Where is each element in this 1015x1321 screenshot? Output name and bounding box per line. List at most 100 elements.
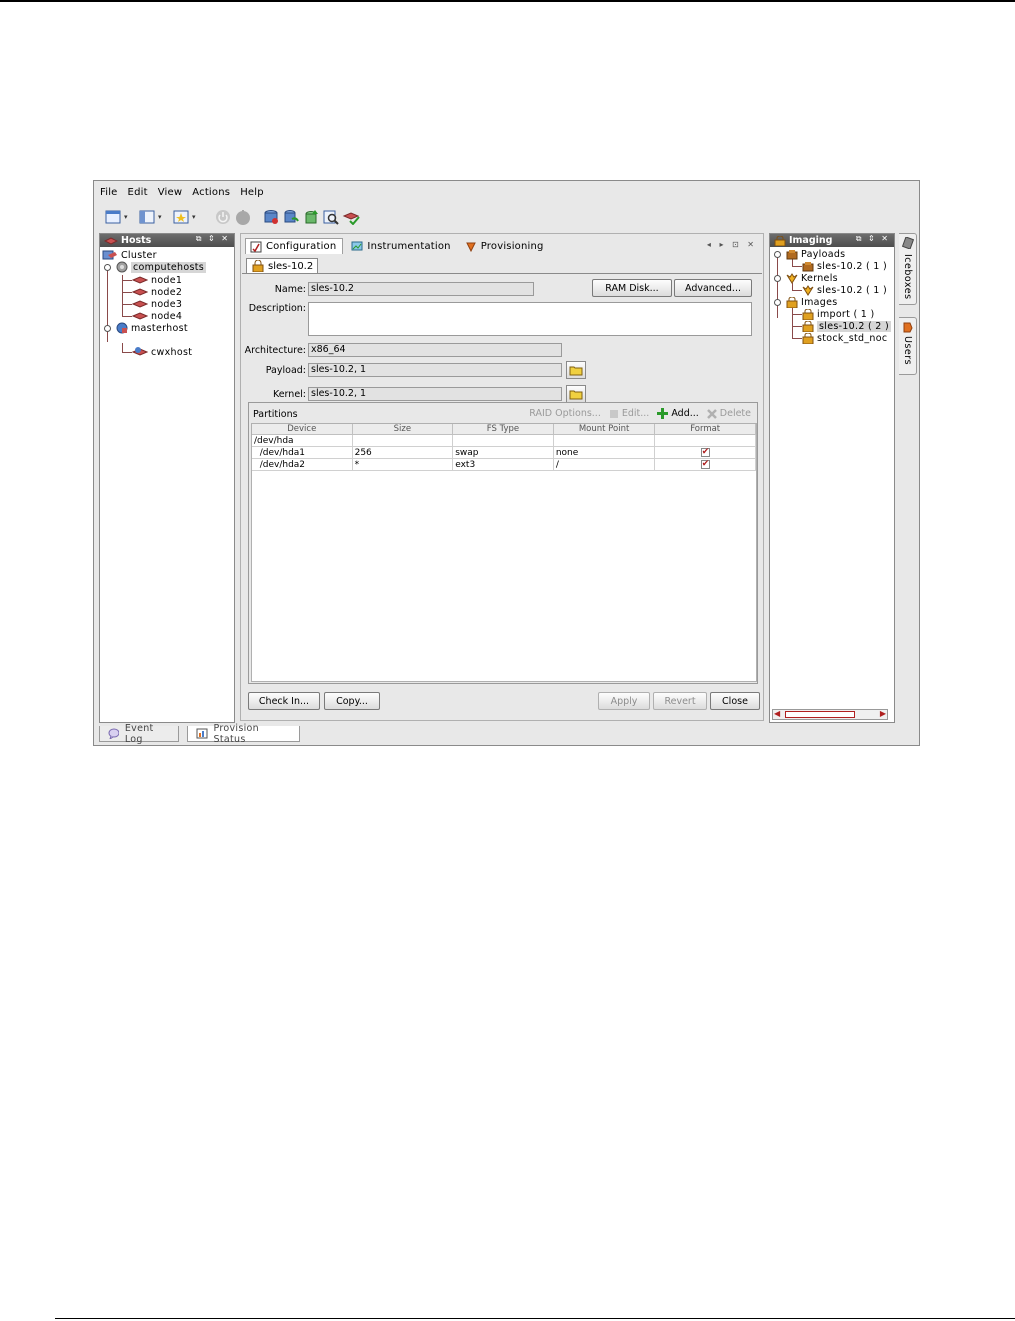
format-checkbox[interactable] [700, 446, 710, 458]
add-label: Add... [671, 408, 699, 419]
tab-label: Provisioning [480, 240, 544, 252]
partitions-table: Device Size FS Type Mount Point Format /… [251, 423, 757, 682]
delete-partition-button[interactable]: Delete [706, 408, 751, 419]
payload-field[interactable]: sles-10.2, 1 [308, 363, 562, 377]
tree-item-kernels[interactable]: Kernels [786, 272, 838, 284]
tree-item-computehosts[interactable]: computehosts [116, 261, 206, 273]
tab-provisioning[interactable]: Provisioning [461, 238, 550, 254]
column-header[interactable]: Size [353, 424, 454, 434]
tree-item-cluster[interactable]: Cluster [102, 249, 157, 261]
expander-icon[interactable] [104, 264, 111, 271]
column-header[interactable]: Format [655, 424, 756, 434]
menu-help[interactable]: Help [240, 187, 264, 198]
device-cell: /dev/hda2 [252, 459, 353, 470]
table-row[interactable]: /dev/hda2 * ext3 / [252, 458, 757, 471]
layout-button[interactable] [138, 209, 156, 225]
table-row[interactable]: /dev/hda1 256 swap none [252, 446, 757, 459]
menu-view[interactable]: View [158, 187, 183, 198]
add-partition-button[interactable]: Add... [657, 408, 699, 419]
database-add-button[interactable] [262, 209, 280, 225]
chevron-down-icon[interactable]: ▾ [192, 213, 200, 221]
edit-partition-button[interactable]: Edit... [609, 408, 649, 419]
new-window-button[interactable] [104, 209, 122, 225]
ram-disk-button[interactable]: RAM Disk... [592, 279, 672, 297]
tree-item-label: computehosts [131, 261, 206, 273]
partitions-title: Partitions [253, 409, 298, 420]
copy-button[interactable]: Copy... [324, 692, 380, 710]
payload-icon [786, 249, 798, 259]
tree-item-images[interactable]: Images [786, 296, 838, 308]
raid-options-button[interactable]: RAID Options... [529, 408, 601, 419]
host-check-button[interactable] [342, 209, 360, 225]
column-header[interactable]: Device [252, 424, 353, 434]
expander-icon[interactable] [774, 299, 781, 306]
apply-button[interactable]: Apply [598, 692, 650, 710]
tab-event-log[interactable]: Event Log [99, 723, 179, 745]
panel-controls-icon[interactable]: ⧉ ⇕ ✕ [196, 234, 230, 244]
tree-item-kernel[interactable]: sles-10.2 ( 1 ) [802, 284, 887, 296]
chevron-down-icon[interactable]: ▾ [158, 213, 166, 221]
tree-item-image[interactable]: sles-10.2 ( 2 ) [802, 320, 891, 332]
tree-item-image[interactable]: import ( 1 ) [802, 308, 874, 320]
search-button[interactable] [322, 209, 340, 225]
architecture-field[interactable]: x86_64 [308, 343, 562, 357]
tree-item-node[interactable]: node4 [132, 310, 182, 322]
tree-item-node[interactable]: node1 [132, 274, 182, 286]
folder-icon [569, 390, 583, 400]
menu-actions[interactable]: Actions [192, 187, 230, 198]
expander-icon[interactable] [104, 325, 111, 332]
tree-item-label: sles-10.2 ( 1 ) [817, 260, 887, 272]
tree-item-label: node2 [151, 286, 183, 298]
menu-edit[interactable]: Edit [128, 187, 148, 198]
expander-icon[interactable] [774, 251, 781, 258]
kernel-browse-button[interactable] [566, 385, 586, 403]
tab-controls-icon[interactable]: ◂ ▸ ⊡ ✕ [707, 240, 757, 249]
tree-item-cwxhost[interactable]: cwxhost [132, 346, 192, 358]
tree-item-node[interactable]: node2 [132, 286, 182, 298]
check-in-button[interactable]: Check In... [248, 692, 320, 710]
tree-item-payloads[interactable]: Payloads [786, 248, 845, 260]
tab-iceboxes[interactable]: Iceboxes [899, 233, 917, 305]
tree-item-label: node1 [151, 274, 183, 286]
tree-item-payload[interactable]: sles-10.2 ( 1 ) [802, 260, 887, 272]
description-field[interactable] [308, 302, 752, 336]
column-header[interactable]: Mount Point [554, 424, 656, 434]
close-button[interactable]: Close [710, 692, 760, 710]
scrollbar-thumb[interactable] [785, 711, 855, 718]
tab-provision-status[interactable]: Provision Status [187, 723, 300, 745]
scroll-right-icon[interactable]: ▶ [880, 709, 886, 718]
menu-file[interactable]: File [100, 187, 118, 198]
tab-users[interactable]: Users [899, 317, 917, 375]
tree-item-masterhost[interactable]: masterhost [116, 322, 188, 334]
favorites-button[interactable] [172, 209, 190, 225]
imaging-panel: Imaging ⧉ ⇕ ✕ Payloads sles-10.2 ( 1 ) K… [769, 233, 895, 723]
node-icon [132, 300, 148, 308]
expander-icon[interactable] [774, 275, 781, 282]
horizontal-scrollbar[interactable]: ◀ ▶ [772, 709, 888, 720]
database-sync-button[interactable] [282, 209, 300, 225]
kernel-field[interactable]: sles-10.2, 1 [308, 387, 562, 401]
partition-actions: RAID Options... Edit... Add... Delete [521, 408, 751, 419]
advanced-button[interactable]: Advanced... [674, 279, 752, 297]
format-checkbox[interactable] [700, 458, 710, 470]
kernel-icon [786, 272, 798, 284]
tree-item-node[interactable]: node3 [132, 298, 182, 310]
doc-tab-sles[interactable]: sles-10.2 [246, 258, 319, 273]
scroll-left-icon[interactable]: ◀ [774, 709, 780, 718]
tab-instrumentation[interactable]: Instrumentation [347, 238, 456, 254]
tab-configuration[interactable]: Configuration [245, 238, 344, 254]
revert-button[interactable]: Revert [653, 692, 707, 710]
column-header[interactable]: FS Type [453, 424, 554, 434]
panel-controls-icon[interactable]: ⧉ ⇕ ✕ [856, 234, 890, 244]
name-field[interactable]: sles-10.2 [308, 282, 534, 296]
power-off-button[interactable] [234, 209, 252, 225]
payload-browse-button[interactable] [566, 361, 586, 379]
table-row[interactable]: /dev/hda [252, 435, 756, 447]
chevron-down-icon[interactable]: ▾ [124, 213, 132, 221]
power-on-button[interactable] [214, 209, 232, 225]
tree-item-image[interactable]: stock_std_noc [802, 332, 887, 344]
partitions-group: Partitions RAID Options... Edit... Add..… [248, 402, 758, 684]
payload-label: Payload: [265, 365, 306, 376]
image-lock-icon [802, 320, 814, 332]
database-upload-button[interactable] [302, 209, 320, 225]
